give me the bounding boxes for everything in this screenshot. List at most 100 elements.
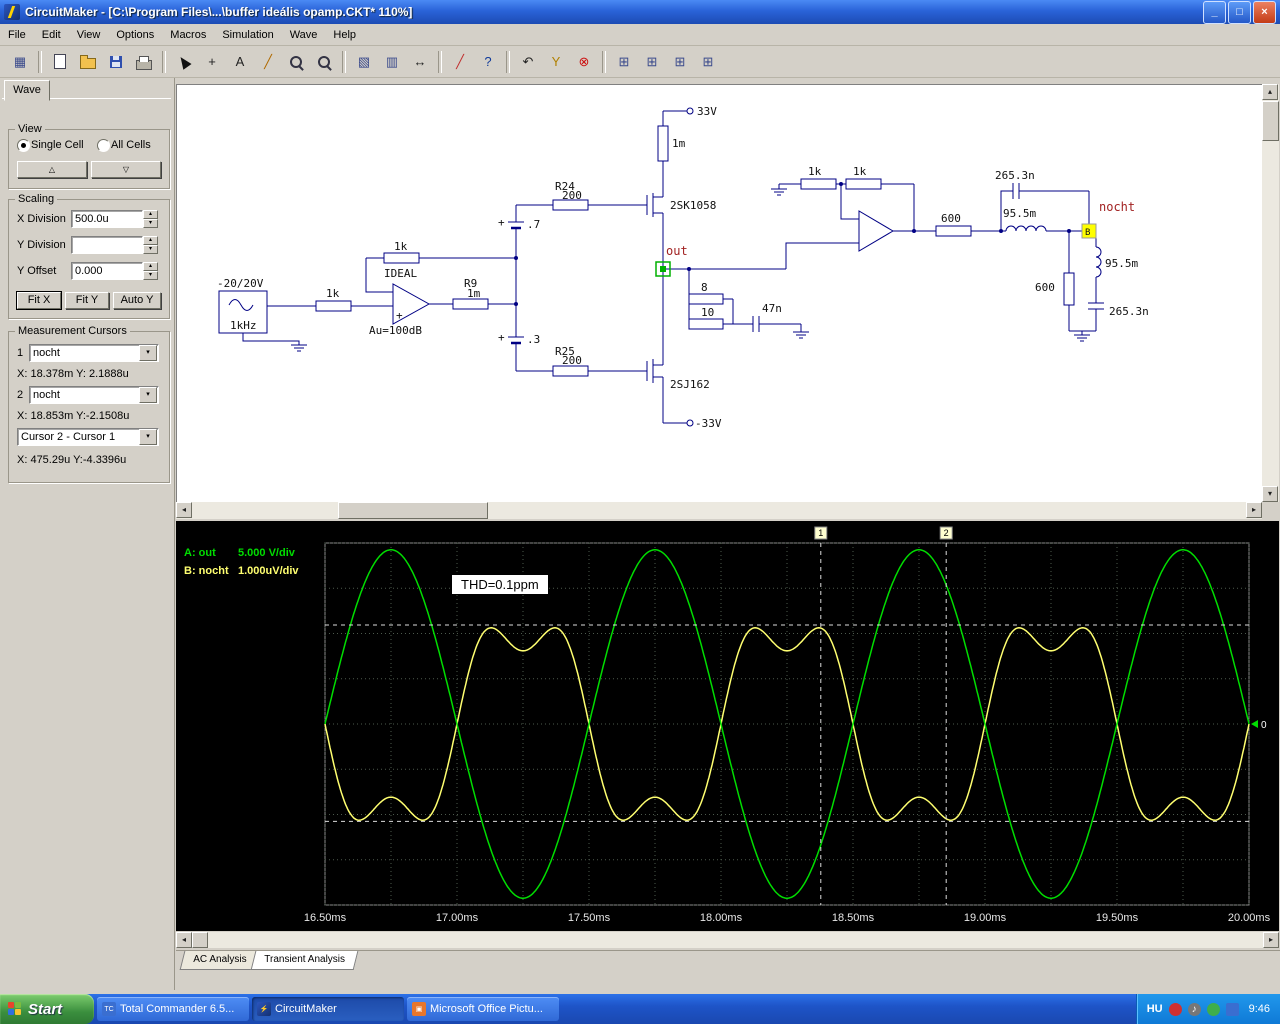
- search-part-icon[interactable]: ▧: [351, 48, 377, 75]
- hscroll-thumb[interactable]: [338, 502, 488, 519]
- menu-macros[interactable]: Macros: [162, 26, 214, 44]
- scroll-right-icon[interactable]: ▸: [1263, 932, 1279, 948]
- x-division-input[interactable]: [71, 210, 143, 228]
- scroll-up-icon[interactable]: ▴: [1262, 84, 1278, 100]
- y-division-input[interactable]: [71, 236, 143, 254]
- scroll-down-icon[interactable]: ▾: [1262, 486, 1278, 502]
- menu-file[interactable]: File: [0, 26, 34, 44]
- resistor-1k-a[interactable]: [800, 178, 837, 190]
- y-offset-input[interactable]: [71, 262, 143, 280]
- vscroll-thumb[interactable]: [1262, 101, 1279, 141]
- resistor-1m-drain[interactable]: [657, 125, 669, 162]
- text-tool-icon[interactable]: A: [227, 48, 253, 75]
- spin-down-icon[interactable]: ▾: [143, 219, 158, 228]
- stop-simulation-icon[interactable]: ⊗: [571, 48, 597, 75]
- close-button[interactable]: ×: [1253, 0, 1276, 24]
- waveform-display[interactable]: 1 2 0 16.50ms 17.00ms 17.50ms 18.00ms 18.50ms 19…: [176, 521, 1279, 931]
- cursor-diff-select[interactable]: Cursor 2 - Cursor 1 ▾: [17, 428, 159, 446]
- tab-ac-analysis[interactable]: AC Analysis: [179, 951, 260, 970]
- scope-display-2-icon[interactable]: ⊞: [639, 48, 665, 75]
- all-cells-radio[interactable]: [97, 139, 110, 152]
- spin-down-icon[interactable]: ▾: [143, 271, 158, 280]
- schematic-canvas[interactable]: B 33V 1m 2SK1058 R24 200 + .7 + .3 1k ID…: [176, 84, 1262, 502]
- scheduler-tray-icon[interactable]: [1225, 1002, 1239, 1016]
- start-button[interactable]: Start: [0, 994, 94, 1024]
- device-view-icon[interactable]: ▥: [379, 48, 405, 75]
- terminal-33v[interactable]: [686, 107, 694, 115]
- spin-up-icon[interactable]: ▴: [143, 210, 158, 219]
- volume-tray-icon[interactable]: ♪: [1187, 1002, 1201, 1016]
- schematic-vscrollbar[interactable]: ▴ ▾: [1262, 84, 1279, 502]
- fit-y-button[interactable]: Fit Y: [65, 292, 109, 309]
- resistor-10[interactable]: [688, 318, 724, 330]
- new-file-icon[interactable]: [47, 48, 73, 75]
- taskbar-button-circuitmaker[interactable]: ⚡ CircuitMaker: [252, 997, 404, 1021]
- network-tray-icon[interactable]: [1206, 1002, 1220, 1016]
- scroll-left-icon[interactable]: ◂: [176, 502, 192, 518]
- menu-edit[interactable]: Edit: [34, 26, 69, 44]
- select-tool-icon[interactable]: [171, 48, 197, 75]
- schematic-hscrollbar[interactable]: ◂ ▸: [176, 502, 1262, 519]
- taskbar-button-total-commander[interactable]: TC Total Commander 6.5...: [97, 997, 249, 1021]
- menu-simulation[interactable]: Simulation: [214, 26, 281, 44]
- resistor-1k-b[interactable]: [845, 178, 882, 190]
- print-icon[interactable]: [131, 48, 157, 75]
- spin-up-icon[interactable]: ▴: [143, 262, 158, 271]
- cell-up-button[interactable]: △: [17, 161, 87, 178]
- chevron-down-icon[interactable]: ▾: [139, 345, 157, 361]
- save-file-icon[interactable]: [103, 48, 129, 75]
- y-division-spinner[interactable]: ▴ ▾: [143, 236, 158, 254]
- tab-transient-analysis[interactable]: Transient Analysis: [250, 951, 359, 970]
- y-offset-spinner[interactable]: ▴ ▾: [143, 262, 158, 280]
- zoom-tool-icon[interactable]: [311, 48, 337, 75]
- resistor-600-load[interactable]: [1063, 272, 1075, 306]
- menu-wave[interactable]: Wave: [282, 26, 326, 44]
- title-bar[interactable]: CircuitMaker - [C:\Program Files\...\buf…: [0, 0, 1280, 24]
- pcb-board-icon[interactable]: ▦: [7, 48, 33, 75]
- fit-view-icon[interactable]: ↔: [407, 48, 433, 75]
- taskbar-button-office-picture[interactable]: ▣ Microsoft Office Pictu...: [407, 997, 559, 1021]
- help-icon[interactable]: ?: [475, 48, 501, 75]
- menu-help[interactable]: Help: [325, 26, 364, 44]
- language-indicator[interactable]: HU: [1147, 1003, 1163, 1015]
- antivirus-tray-icon[interactable]: [1168, 1002, 1182, 1016]
- undo-icon[interactable]: ↶: [515, 48, 541, 75]
- scope-display-4-icon[interactable]: ⊞: [695, 48, 721, 75]
- fit-x-button[interactable]: Fit X: [16, 291, 62, 310]
- resistor-8[interactable]: [688, 293, 724, 305]
- wizard-icon[interactable]: Y: [543, 48, 569, 75]
- single-cell-radio[interactable]: [17, 139, 30, 152]
- menu-options[interactable]: Options: [108, 26, 162, 44]
- menu-view[interactable]: View: [69, 26, 109, 44]
- scroll-right-icon[interactable]: ▸: [1246, 502, 1262, 518]
- opamp-error[interactable]: [858, 210, 894, 252]
- terminal-minus33v[interactable]: [686, 419, 694, 427]
- spin-up-icon[interactable]: ▴: [143, 236, 158, 245]
- resistor-feedback[interactable]: [383, 252, 420, 264]
- spin-down-icon[interactable]: ▾: [143, 245, 158, 254]
- open-file-icon[interactable]: [75, 48, 101, 75]
- zoom-in-icon[interactable]: [283, 48, 309, 75]
- waveform-hscrollbar[interactable]: ◂ ▸: [176, 932, 1279, 948]
- cursor1-select[interactable]: nocht ▾: [29, 344, 159, 362]
- cell-down-button[interactable]: ▽: [91, 161, 161, 178]
- wave-hscroll-thumb[interactable]: [192, 932, 208, 948]
- maximize-button[interactable]: □: [1228, 0, 1251, 24]
- chevron-down-icon[interactable]: ▾: [139, 387, 157, 403]
- cursor2-select[interactable]: nocht ▾: [29, 386, 159, 404]
- resistor-r9[interactable]: [452, 298, 489, 310]
- resistor-r25[interactable]: [552, 365, 589, 377]
- add-part-icon[interactable]: +: [199, 48, 225, 75]
- resistor-600-series[interactable]: [935, 225, 972, 237]
- run-probe-icon[interactable]: ╱: [447, 48, 473, 75]
- resistor-rin[interactable]: [315, 300, 352, 312]
- minimize-button[interactable]: _: [1203, 0, 1226, 24]
- scope-display-3-icon[interactable]: ⊞: [667, 48, 693, 75]
- tab-wave[interactable]: Wave: [4, 80, 50, 101]
- x-division-spinner[interactable]: ▴ ▾: [143, 210, 158, 228]
- scroll-left-icon[interactable]: ◂: [176, 932, 192, 948]
- probe-tool-icon[interactable]: ╱: [255, 48, 281, 75]
- scope-display-1-icon[interactable]: ⊞: [611, 48, 637, 75]
- chevron-down-icon[interactable]: ▾: [139, 429, 157, 445]
- auto-y-button[interactable]: Auto Y: [113, 292, 161, 309]
